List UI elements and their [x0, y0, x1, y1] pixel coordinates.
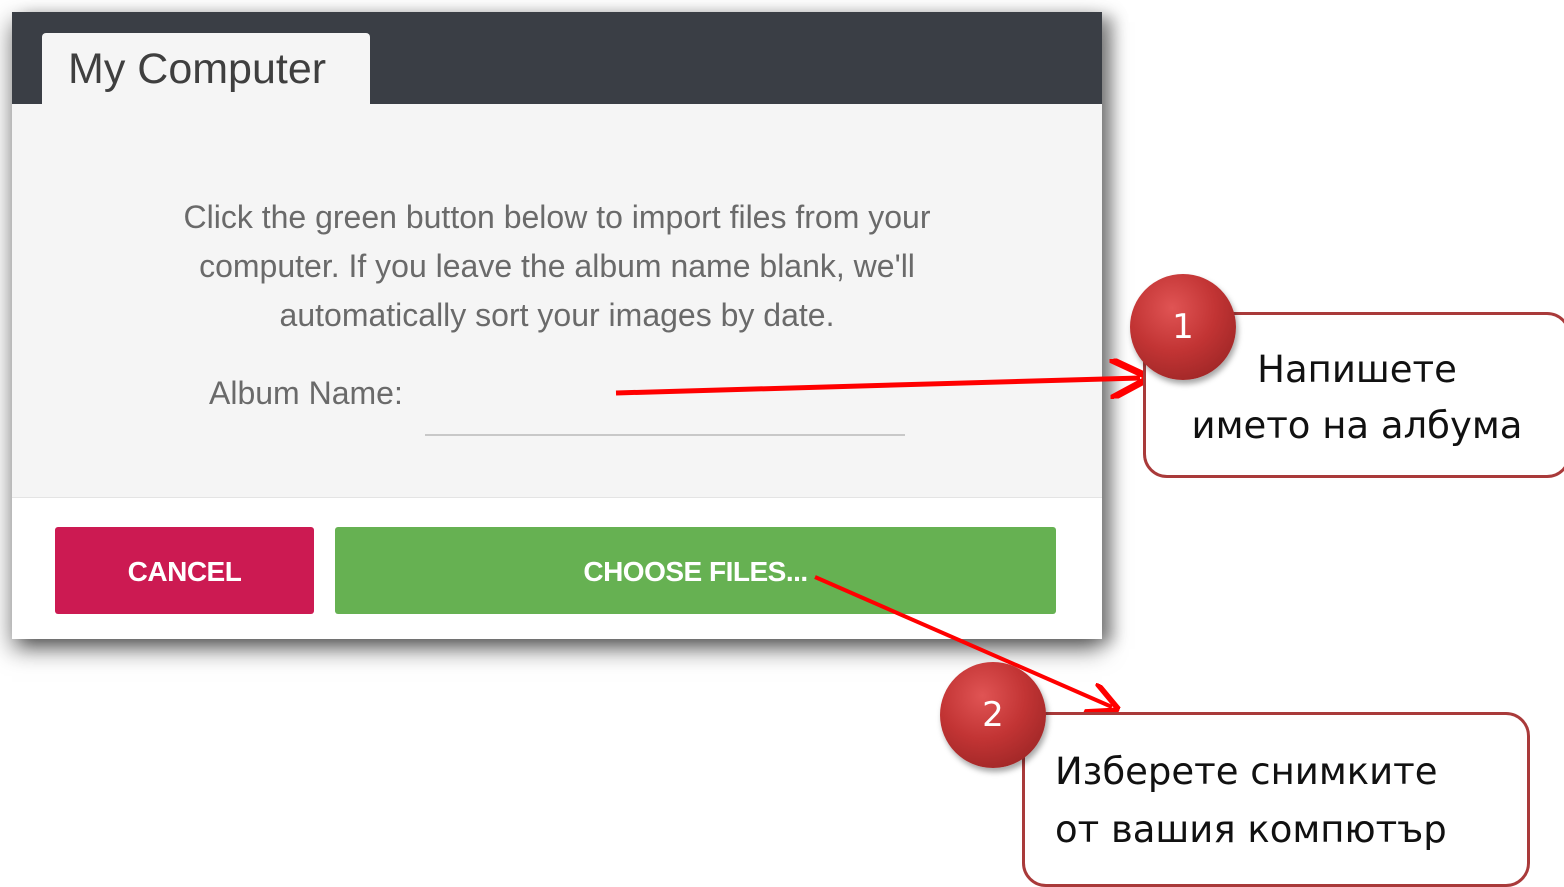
step-badge-2: 2	[940, 662, 1046, 768]
tab-my-computer[interactable]: My Computer	[42, 33, 370, 104]
step-badge-1: 1	[1130, 274, 1236, 380]
album-name-input[interactable]	[425, 394, 905, 436]
callout-2-line-1: Изберете снимките	[1055, 750, 1438, 793]
callout-1-line-2: името на албума	[1191, 404, 1523, 447]
album-name-label: Album Name:	[209, 375, 403, 411]
import-dialog: My Computer Click the green button below…	[12, 12, 1102, 639]
dialog-header: My Computer	[12, 12, 1102, 104]
instructions-text: Click the green button below to import f…	[183, 199, 931, 333]
dialog-body: Click the green button below to import f…	[12, 104, 1102, 497]
cancel-button[interactable]: CANCEL	[55, 527, 314, 614]
callout-2: Изберете снимките от вашия компютър	[1022, 712, 1530, 887]
callout-2-line-2: от вашия компютър	[1055, 808, 1447, 851]
choose-files-button[interactable]: CHOOSE FILES...	[335, 527, 1056, 614]
dialog-footer: CANCEL CHOOSE FILES...	[12, 497, 1102, 639]
